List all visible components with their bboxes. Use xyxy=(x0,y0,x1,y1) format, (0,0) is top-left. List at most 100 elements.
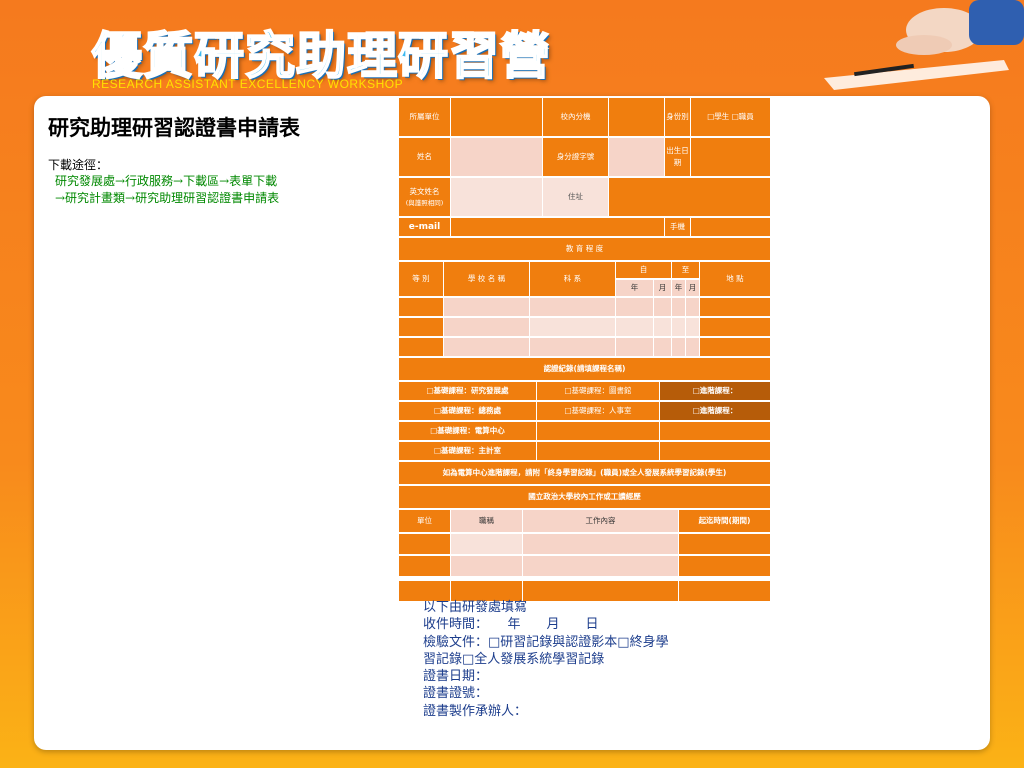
office-use-section: 以下由研發處填寫 收件時間： 年 月 日 檢驗文件：□研習記錄與認證影本□終身學… xyxy=(423,599,669,720)
work-cell[interactable] xyxy=(451,534,523,556)
train-basic-accounting[interactable]: □基礎課程：主計室 xyxy=(399,442,537,462)
edu-cell[interactable] xyxy=(399,298,444,318)
office-documents: 檢驗文件：□研習記錄與認證影本□終身學 xyxy=(423,634,669,650)
office-handler: 證書製作承辦人： xyxy=(423,703,528,719)
edu-cell[interactable] xyxy=(654,318,672,338)
form-row-email: e-mail 手機 xyxy=(399,218,771,238)
edu-to-month: 月 xyxy=(686,280,700,298)
field-birth[interactable] xyxy=(691,138,771,178)
edu-cell[interactable] xyxy=(399,318,444,338)
label-name: 姓名 xyxy=(399,138,451,178)
edu-col-dept: 科 系 xyxy=(530,262,616,298)
work-cell[interactable] xyxy=(523,534,679,556)
edu-cell[interactable] xyxy=(700,298,771,318)
edu-cell[interactable] xyxy=(616,338,654,358)
edu-cell[interactable] xyxy=(686,318,700,338)
edu-cell[interactable] xyxy=(672,338,686,358)
train-row: □基礎課程：研究發展處 □基礎課程：圖書館 □進階課程： xyxy=(399,382,771,402)
label-ext: 校內分機 xyxy=(543,98,609,138)
edu-cell[interactable] xyxy=(616,318,654,338)
label-identity: 身份別 xyxy=(665,98,691,138)
edu-cell[interactable] xyxy=(530,298,616,318)
workshop-subtitle: RESEARCH ASSISTANT EXCELLENCY WORKSHOP xyxy=(92,77,404,91)
work-row xyxy=(399,556,771,578)
label-en-name-note: (與護照相同) xyxy=(405,198,444,207)
train-row: □基礎課程：總務處 □基礎課程：人事室 □進階課程： xyxy=(399,402,771,422)
edu-cell[interactable] xyxy=(444,338,530,358)
form-row-unit: 所屬單位 校內分機 身份別 □學生 □職員 xyxy=(399,98,771,138)
form-row-en-name: 英文姓名 (與護照相同) 住址 xyxy=(399,178,771,218)
label-unit: 所屬單位 xyxy=(399,98,451,138)
edu-cell[interactable] xyxy=(654,338,672,358)
label-birth: 出生日期 xyxy=(665,138,691,178)
page-title: 研究助理研習認證書申請表 xyxy=(48,115,300,140)
field-id-no[interactable] xyxy=(609,138,665,178)
field-ext[interactable] xyxy=(609,98,665,138)
edu-cell[interactable] xyxy=(700,338,771,358)
edu-row xyxy=(399,298,771,318)
field-mobile[interactable] xyxy=(691,218,771,238)
train-header-row: 認證紀錄(請填課程名稱) xyxy=(399,358,771,382)
work-cell[interactable] xyxy=(451,556,523,578)
edu-cell[interactable] xyxy=(686,338,700,358)
work-cell[interactable] xyxy=(399,534,451,556)
edu-cell[interactable] xyxy=(444,298,530,318)
edu-cell[interactable] xyxy=(672,298,686,318)
edu-columns-row: 等 別 學 校 名 稱 科 系 自 至 年 月 年 月 地 點 xyxy=(399,262,771,298)
edu-cell[interactable] xyxy=(530,318,616,338)
edu-to-year: 年 xyxy=(672,280,686,298)
train-basic-personnel[interactable]: □基礎課程：人事室 xyxy=(537,402,660,422)
identity-options[interactable]: □學生 □職員 xyxy=(691,98,771,138)
work-row xyxy=(399,534,771,556)
edu-cell[interactable] xyxy=(672,318,686,338)
field-name[interactable] xyxy=(451,138,543,178)
edu-cell[interactable] xyxy=(399,338,444,358)
application-form: 所屬單位 校內分機 身份別 □學生 □職員 姓名 身分證字號 出生日期 英文姓名… xyxy=(399,98,771,603)
work-header: 國立政治大學校內工作或工讀經歷 xyxy=(399,486,771,510)
train-basic-research[interactable]: □基礎課程：研究發展處 xyxy=(399,382,537,402)
edu-header-row: 教 育 程 度 xyxy=(399,238,771,262)
download-path: 研究發展處→行政服務→下載區→表單下載 →研究計畫類→研究助理研習認證書申請表 xyxy=(48,173,279,207)
edu-cell[interactable] xyxy=(700,318,771,338)
edu-cell[interactable] xyxy=(686,298,700,318)
field-unit[interactable] xyxy=(451,98,543,138)
download-path-line1: 研究發展處→行政服務→下載區→表單下載 xyxy=(55,174,278,188)
edu-row xyxy=(399,318,771,338)
field-address[interactable] xyxy=(609,178,771,218)
work-columns-row: 單位 職稱 工作內容 起迄時間(期間) xyxy=(399,510,771,534)
work-col-title: 職稱 xyxy=(451,510,523,534)
train-advanced-2[interactable]: □進階課程： xyxy=(660,402,771,422)
work-cell[interactable] xyxy=(679,556,771,578)
edu-cell[interactable] xyxy=(444,318,530,338)
label-address-text: 住址 xyxy=(568,192,583,201)
edu-cell[interactable] xyxy=(530,338,616,358)
train-empty xyxy=(660,422,771,442)
office-documents-cont: 習記錄□全人發展系統學習記錄 xyxy=(423,651,605,667)
form-row-name: 姓名 身分證字號 出生日期 xyxy=(399,138,771,178)
edu-col-dates: 自 至 年 月 年 月 xyxy=(616,262,700,298)
field-email[interactable] xyxy=(451,218,665,238)
train-basic-library[interactable]: □基礎課程：圖書館 xyxy=(537,382,660,402)
work-cell[interactable] xyxy=(679,581,771,603)
work-col-content: 工作內容 xyxy=(523,510,679,534)
train-empty xyxy=(537,442,660,462)
edu-col-to: 至 xyxy=(672,262,700,280)
train-basic-computer[interactable]: □基礎課程：電算中心 xyxy=(399,422,537,442)
download-path-line2: →研究計畫類→研究助理研習認證書申請表 xyxy=(55,191,280,205)
edu-cell[interactable] xyxy=(654,298,672,318)
edu-cell[interactable] xyxy=(616,298,654,318)
train-basic-general[interactable]: □基礎課程：總務處 xyxy=(399,402,537,422)
work-cell[interactable] xyxy=(679,534,771,556)
train-advanced-1[interactable]: □進階課程： xyxy=(660,382,771,402)
field-en-name[interactable] xyxy=(451,178,543,218)
train-note-row: 如為電算中心進階課程，請附「終身學習記錄」(職員)或全人發展系統學習記錄(學生) xyxy=(399,462,771,486)
edu-col-location: 地 點 xyxy=(700,262,771,298)
edu-col-from: 自 xyxy=(616,262,672,280)
work-cell[interactable] xyxy=(523,556,679,578)
work-cell[interactable] xyxy=(399,556,451,578)
label-address: 住址 xyxy=(543,178,609,218)
office-cert-date: 證書日期： xyxy=(423,669,489,685)
label-mobile: 手機 xyxy=(665,218,691,238)
train-row: □基礎課程：主計室 xyxy=(399,442,771,462)
edu-col-school: 學 校 名 稱 xyxy=(444,262,530,298)
